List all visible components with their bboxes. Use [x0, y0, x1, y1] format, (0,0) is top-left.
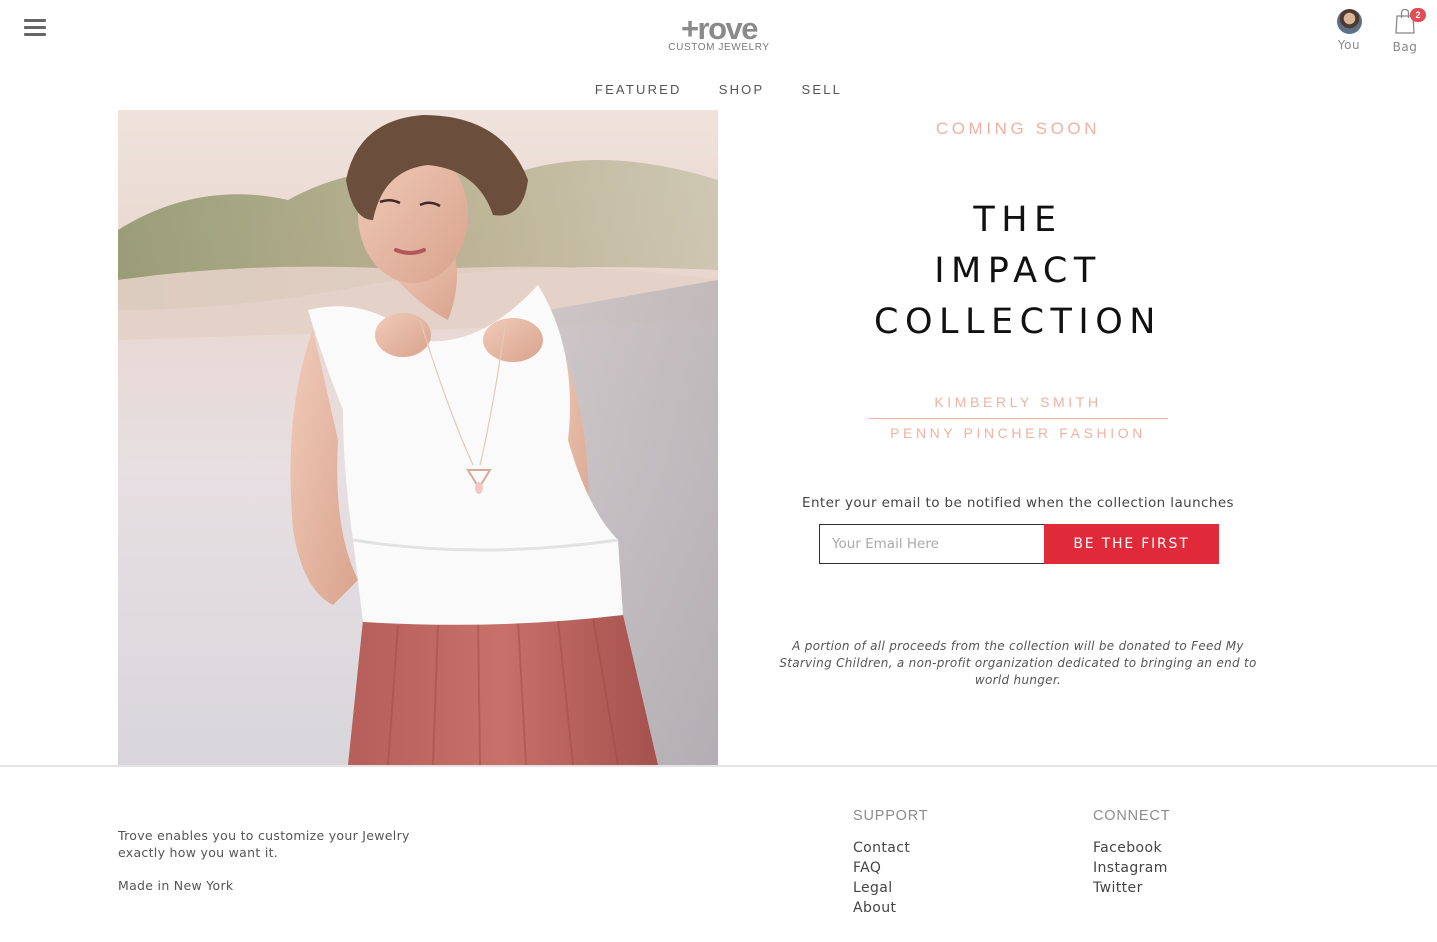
title-line-3: COLLECTION [874, 302, 1162, 342]
avatar [1336, 9, 1362, 34]
connect-heading: CONNECT [1093, 808, 1171, 824]
footer-link-facebook[interactable]: Facebook [1093, 838, 1170, 858]
title-line-2: IMPACT [934, 251, 1102, 291]
main-nav: FEATURED SHOP SELL [0, 79, 1437, 98]
support-heading: SUPPORT [853, 808, 929, 824]
footer-about: Trove enables you to customize your Jewe… [118, 828, 410, 860]
footer-link-faq[interactable]: FAQ [853, 858, 928, 878]
footer-made-in: Made in New York [118, 878, 234, 893]
email-input[interactable] [819, 524, 1045, 564]
logo-wordmark: +rove [680, 11, 759, 46]
footer-link-legal[interactable]: Legal [853, 878, 928, 898]
nav-featured[interactable]: FEATURED [595, 82, 682, 97]
bag-label: Bag [1392, 40, 1418, 54]
hero-photo [118, 110, 718, 765]
logo-tagline: CUSTOM JEWELRY [668, 42, 770, 53]
notify-text: Enter your email to be notified when the… [802, 495, 1234, 511]
user-label: You [1337, 38, 1361, 52]
designer-divider [869, 418, 1168, 419]
donation-note: A portion of all proceeds from the colle… [779, 639, 1257, 687]
title-line-1: THE [973, 200, 1063, 240]
footer-connect: CONNECT Facebook Instagram Twitter [1093, 808, 1170, 898]
be-the-first-button[interactable]: BE THE FIRST [1044, 524, 1219, 564]
collection-title: THE IMPACT COLLECTION [718, 195, 1318, 348]
trove-logo[interactable]: +rove CUSTOM JEWELRY [662, 11, 776, 53]
footer-link-twitter[interactable]: Twitter [1093, 878, 1170, 898]
designer-name: KIMBERLY SMITH [934, 394, 1102, 410]
user-account-link[interactable]: You [1334, 9, 1364, 52]
bag-count-badge: 2 [1410, 8, 1426, 22]
footer-support: SUPPORT Contact FAQ Legal About [853, 808, 928, 918]
hamburger-menu-icon[interactable] [24, 19, 46, 37]
coming-soon-label: COMING SOON [935, 119, 1101, 138]
designer-brand: PENNY PINCHER FASHION [890, 425, 1146, 441]
footer-link-instagram[interactable]: Instagram [1093, 858, 1170, 878]
footer-link-about[interactable]: About [853, 898, 928, 918]
footer-link-contact[interactable]: Contact [853, 838, 928, 858]
nav-sell[interactable]: SELL [801, 82, 842, 97]
footer-divider [0, 765, 1437, 767]
nav-shop[interactable]: SHOP [719, 82, 765, 97]
